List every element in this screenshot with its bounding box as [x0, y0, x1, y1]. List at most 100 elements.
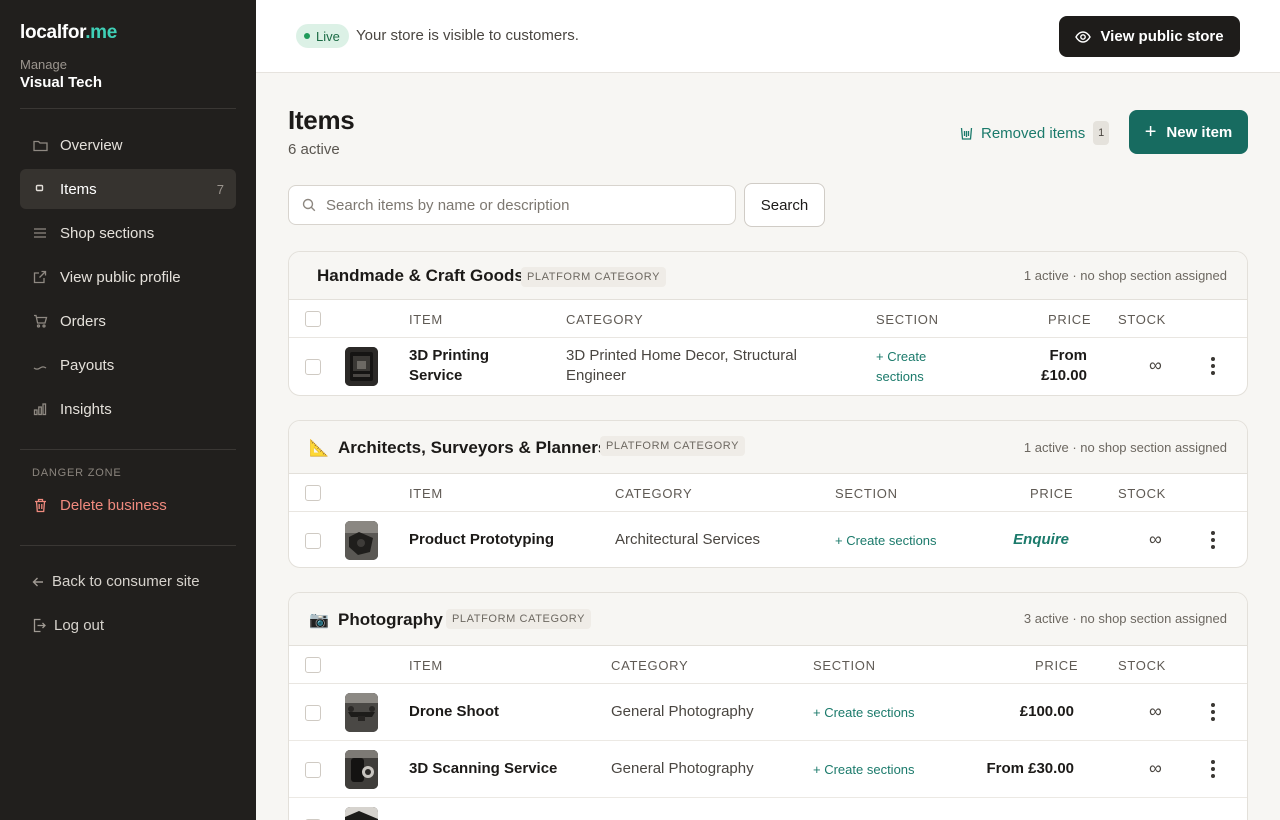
item-price: From £30.00: [986, 760, 1074, 777]
list-icon: [32, 225, 48, 241]
create-sections-link[interactable]: + Create sections: [835, 531, 937, 551]
column-header-stock: STOCK: [1118, 658, 1167, 673]
table-row[interactable]: Drone Shoot General Photography + Create…: [289, 684, 1247, 741]
sidebar-item-items[interactable]: Items 7: [20, 169, 236, 209]
group-meta: 1 active · no shop section assigned: [1023, 440, 1227, 455]
column-header-item: ITEM: [409, 658, 443, 673]
item-category: General Photography: [611, 703, 754, 720]
select-all-checkbox[interactable]: [305, 657, 321, 673]
item-price-enquire[interactable]: Enquire: [1013, 530, 1069, 550]
group-header: Handmade & Craft Goods PLATFORM CATEGORY…: [289, 252, 1247, 300]
select-all-checkbox[interactable]: [305, 485, 321, 501]
sidebar-item-shop-sections[interactable]: Shop sections: [20, 213, 236, 253]
item-stock: ∞: [1149, 758, 1162, 778]
back-label: Back to consumer site: [52, 573, 200, 590]
create-sections-link[interactable]: + Create sections: [876, 347, 956, 387]
column-header-section: SECTION: [835, 486, 898, 501]
logout-icon: [32, 618, 46, 633]
platform-category-badge: PLATFORM CATEGORY: [521, 267, 667, 287]
item-category: General Photography: [611, 760, 754, 777]
column-header-stock: STOCK: [1118, 312, 1167, 327]
group-header: 📷 Photography PLATFORM CATEGORY 3 active…: [289, 593, 1247, 646]
removed-items-label: Removed items: [981, 124, 1086, 142]
delete-business-button[interactable]: Delete business: [20, 485, 236, 525]
row-actions-menu-icon[interactable]: [1203, 528, 1223, 552]
brand-logo[interactable]: localfor.me: [20, 22, 117, 44]
create-sections-link[interactable]: + Create sections: [813, 760, 915, 780]
item-stock: ∞: [1149, 355, 1162, 375]
table-row[interactable]: 3D Scanning Service General Photography …: [289, 741, 1247, 798]
column-header-price: PRICE: [1030, 486, 1074, 501]
item-name[interactable]: Product Prototyping: [409, 530, 554, 550]
live-badge-label: Live: [316, 28, 340, 44]
item-name[interactable]: Drone Shoot: [409, 702, 499, 722]
sidebar: localfor.me Manage Visual Tech Overview …: [0, 0, 256, 820]
row-checkbox[interactable]: [305, 533, 321, 549]
column-header-stock: STOCK: [1118, 486, 1167, 501]
search-input[interactable]: [326, 196, 706, 214]
row-actions-menu-icon[interactable]: [1203, 354, 1223, 378]
item-name[interactable]: 3D Scanning Service: [409, 759, 557, 779]
live-dot-icon: [304, 33, 310, 39]
row-actions-menu-icon[interactable]: [1203, 700, 1223, 724]
removed-items-link[interactable]: Removed items 1: [960, 120, 1110, 146]
back-to-consumer-link[interactable]: Back to consumer site: [32, 573, 200, 590]
item-category: Architectural Services: [615, 531, 761, 548]
sidebar-item-label: Orders: [60, 312, 106, 330]
platform-category-badge: PLATFORM CATEGORY: [446, 609, 592, 629]
table-row[interactable]: 3D Printing Service 3D Printed Home Deco…: [289, 338, 1247, 395]
column-header-item: ITEM: [409, 312, 443, 327]
sidebar-item-label: Shop sections: [60, 224, 155, 242]
bar-chart-icon: [32, 401, 48, 417]
view-public-store-button[interactable]: View public store: [1059, 16, 1240, 57]
group-title: Handmade & Craft Goods: [317, 266, 524, 285]
sidebar-divider: [20, 545, 236, 546]
row-checkbox[interactable]: [305, 705, 321, 721]
group-meta: 3 active · no shop section assigned: [1023, 611, 1227, 626]
new-item-button[interactable]: + New item: [1129, 110, 1248, 154]
live-status-badge: Live: [296, 24, 349, 48]
sidebar-item-label: Payouts: [60, 356, 115, 374]
column-header-category: CATEGORY: [615, 486, 693, 501]
manage-label: Manage: [20, 57, 67, 72]
item-price: £100.00: [1019, 703, 1074, 720]
sidebar-item-insights[interactable]: Insights: [20, 389, 236, 429]
row-checkbox[interactable]: [305, 762, 321, 778]
business-name: Visual Tech: [20, 74, 102, 91]
column-header-price: PRICE: [1035, 658, 1079, 673]
logout-button[interactable]: Log out: [32, 617, 104, 634]
row-actions-menu-icon[interactable]: [1203, 757, 1223, 781]
item-thumbnail[interactable]: [345, 521, 378, 560]
item-category: 3D Printed Home Decor, Structural Engine…: [566, 347, 797, 384]
sidebar-item-payouts[interactable]: Payouts: [20, 345, 236, 385]
column-header-item: ITEM: [409, 486, 443, 501]
select-all-checkbox[interactable]: [305, 311, 321, 327]
item-name[interactable]: 3D Printing Service: [409, 346, 529, 386]
row-checkbox[interactable]: [305, 359, 321, 375]
trash-icon: [32, 497, 48, 513]
store-visibility-text: Your store is visible to customers.: [356, 27, 579, 44]
sidebar-item-view-public-profile[interactable]: View public profile: [20, 257, 236, 297]
search-button[interactable]: Search: [744, 183, 825, 227]
sidebar-item-label: Overview: [60, 136, 123, 154]
table-header: ITEM CATEGORY SECTION PRICE STOCK: [289, 300, 1247, 338]
item-thumbnail[interactable]: [345, 693, 378, 732]
sidebar-item-overview[interactable]: Overview: [20, 125, 236, 165]
view-store-label: View public store: [1100, 28, 1224, 45]
item-thumbnail[interactable]: [345, 807, 378, 820]
create-sections-link[interactable]: + Create sections: [813, 703, 915, 723]
item-stock: ∞: [1149, 529, 1162, 549]
active-count: 6 active: [288, 141, 340, 158]
ruler-triangle-icon: 📐: [309, 440, 329, 457]
camera-icon: 📷: [309, 612, 329, 629]
item-thumbnail[interactable]: [345, 750, 378, 789]
sidebar-item-orders[interactable]: Orders: [20, 301, 236, 341]
table-row[interactable]: Product Prototyping Architectural Servic…: [289, 512, 1247, 567]
sidebar-item-label: Items: [60, 180, 97, 198]
sidebar-divider: [20, 108, 236, 109]
table-row[interactable]: [289, 798, 1247, 820]
plus-icon: +: [1144, 121, 1157, 143]
group-header: 📐 Architects, Surveyors & Planners PLATF…: [289, 421, 1247, 474]
item-thumbnail[interactable]: [345, 347, 378, 386]
column-header-price: PRICE: [1048, 312, 1092, 327]
